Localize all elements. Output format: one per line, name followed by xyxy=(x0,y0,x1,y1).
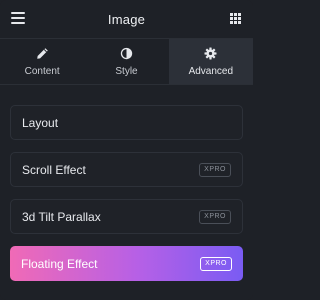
section-label: 3d Tilt Parallax xyxy=(22,209,101,224)
hamburger-menu-icon[interactable] xyxy=(11,12,25,24)
page-title: Image xyxy=(107,11,146,27)
section-3d-tilt-parallax[interactable]: 3d Tilt Parallax XPRO xyxy=(10,199,243,234)
tab-label: Content xyxy=(24,65,60,77)
xpro-badge: XPRO xyxy=(199,162,231,177)
apps-grid-icon[interactable] xyxy=(230,13,241,24)
xpro-badge: XPRO xyxy=(199,209,231,224)
panel-header: Image xyxy=(0,0,253,38)
tab-label: Style xyxy=(115,65,138,77)
tab-advanced[interactable]: Advanced xyxy=(168,39,253,84)
section-label: Floating Effect xyxy=(21,256,98,271)
tab-style[interactable]: Style xyxy=(84,39,168,84)
tab-content[interactable]: Content xyxy=(0,39,84,84)
contrast-icon xyxy=(120,47,133,59)
section-label: Scroll Effect xyxy=(22,162,86,177)
section-scroll-effect[interactable]: Scroll Effect XPRO xyxy=(10,152,243,187)
section-label: Layout xyxy=(22,115,59,130)
section-layout[interactable]: Layout xyxy=(10,105,243,140)
xpro-badge: XPRO xyxy=(200,256,232,271)
pencil-icon xyxy=(36,47,48,59)
tab-label: Advanced xyxy=(188,65,234,77)
widget-panel: Image Content Style Advanced Layout Scro… xyxy=(0,0,253,300)
section-floating-effect[interactable]: Floating Effect XPRO xyxy=(10,246,243,281)
gear-icon xyxy=(204,46,217,60)
tab-bar: Content Style Advanced xyxy=(0,38,253,85)
